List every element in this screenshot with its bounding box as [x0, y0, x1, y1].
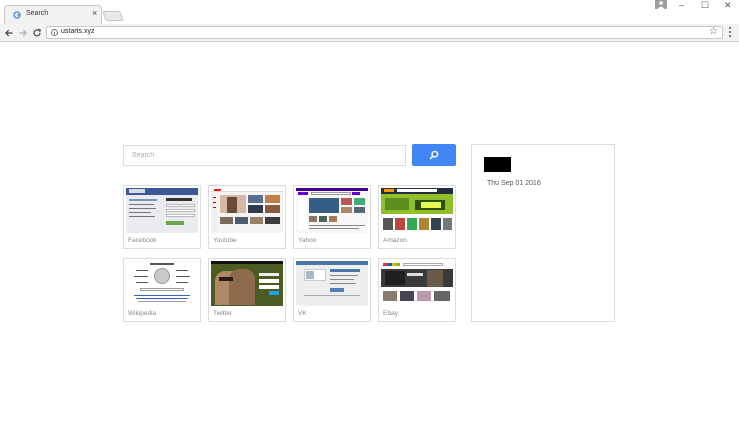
- youtube-thumbnail: [211, 188, 283, 233]
- search-button[interactable]: [412, 144, 456, 166]
- info-icon[interactable]: [51, 29, 58, 36]
- search-favicon-icon: [13, 11, 21, 19]
- back-arrow-icon[interactable]: [4, 27, 14, 39]
- search-icon: [429, 150, 439, 160]
- tile-label: Twitter: [213, 310, 233, 317]
- tab-title: Search: [26, 10, 49, 17]
- twitter-thumbnail: [211, 261, 283, 306]
- minimize-icon[interactable]: –: [679, 1, 684, 10]
- browser-tab[interactable]: Search ×: [4, 5, 102, 24]
- search-input[interactable]: [123, 145, 406, 166]
- new-tab-button[interactable]: [102, 11, 124, 21]
- vk-thumbnail: [296, 261, 368, 306]
- browser-toolbar: ustarts.xyz ☆: [0, 24, 739, 42]
- tile-label: Facebook: [128, 237, 157, 244]
- speed-dial-tile-ebay[interactable]: Ebay: [378, 258, 456, 322]
- tile-label: Yahoo: [298, 237, 317, 244]
- address-bar[interactable]: ustarts.xyz ☆: [46, 26, 723, 39]
- tile-label: Ebay: [383, 310, 398, 317]
- profile-icon[interactable]: [655, 0, 667, 9]
- tile-label: Amazon: [383, 237, 407, 244]
- forward-arrow-icon[interactable]: [18, 27, 28, 39]
- speed-dial-tile-vk[interactable]: VK: [293, 258, 371, 322]
- ebay-thumbnail: [381, 261, 453, 306]
- clock-widget: [484, 157, 511, 172]
- menu-dots-icon[interactable]: [728, 27, 732, 39]
- bookmark-star-icon[interactable]: ☆: [709, 26, 718, 38]
- date-text: Thu Sep 01 2016: [487, 180, 541, 187]
- speed-dial-tile-amazon[interactable]: Amazon: [378, 185, 456, 249]
- info-panel: Thu Sep 01 2016: [471, 144, 615, 322]
- reload-icon[interactable]: [32, 27, 42, 39]
- tab-close-icon[interactable]: ×: [92, 8, 97, 18]
- speed-dial-tile-twitter[interactable]: Twitter: [208, 258, 286, 322]
- amazon-thumbnail: [381, 188, 453, 233]
- speed-dial-tile-yahoo[interactable]: Yahoo: [293, 185, 371, 249]
- tile-label: Wikipedia: [128, 310, 157, 317]
- wikipedia-thumbnail: [126, 261, 198, 306]
- facebook-thumbnail: [126, 188, 198, 233]
- title-bar: Search × – ☐ ✕: [0, 0, 739, 24]
- speed-dial-tile-facebook[interactable]: Facebook: [123, 185, 201, 249]
- speed-dial-tile-wikipedia[interactable]: Wikipedia: [123, 258, 201, 322]
- tile-label: Youtube: [213, 237, 237, 244]
- yahoo-thumbnail: [296, 188, 368, 233]
- maximize-icon[interactable]: ☐: [701, 1, 709, 10]
- url-text: ustarts.xyz: [61, 28, 95, 35]
- close-window-icon[interactable]: ✕: [724, 1, 732, 10]
- speed-dial-tile-youtube[interactable]: Youtube: [208, 185, 286, 249]
- tile-label: VK: [298, 310, 307, 317]
